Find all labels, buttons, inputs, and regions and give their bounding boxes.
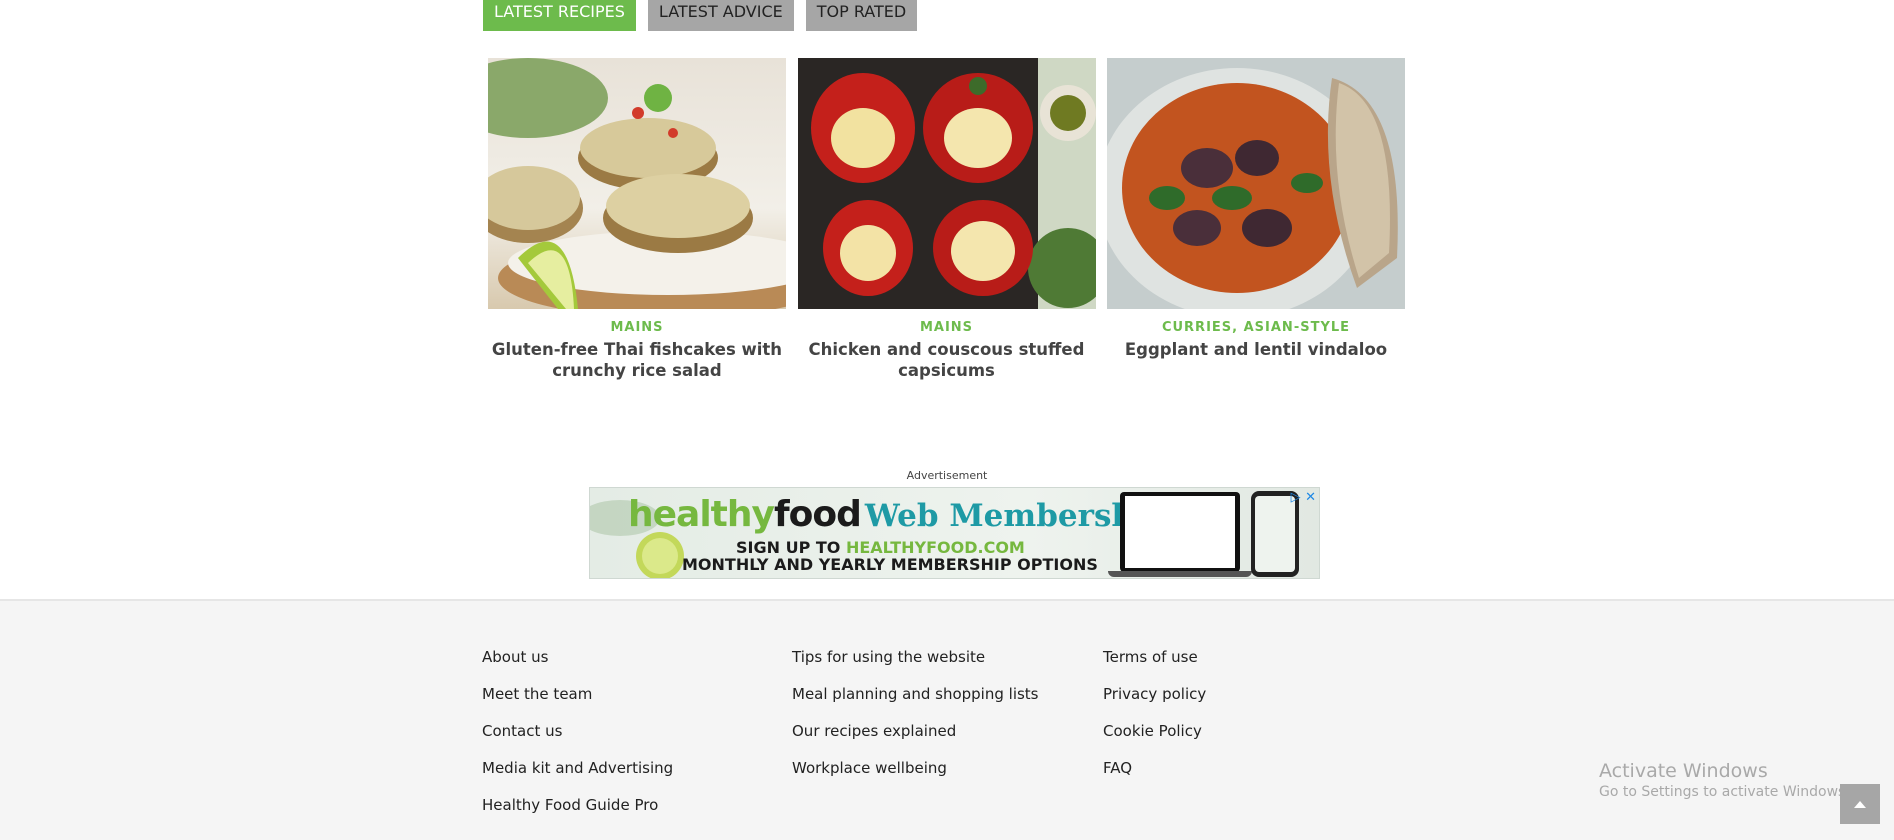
recipe-image-capsicums[interactable]	[797, 58, 1096, 309]
footer-link-privacy[interactable]: Privacy policy	[1103, 686, 1206, 723]
recipe-card[interactable]: CURRIES, ASIAN-STYLE Eggplant and lentil…	[1102, 58, 1410, 381]
footer-link-workplace-wellbeing[interactable]: Workplace wellbeing	[792, 760, 1039, 797]
footer-link-faq[interactable]: FAQ	[1103, 760, 1206, 797]
recipe-category[interactable]: MAINS	[483, 320, 791, 335]
footer-link-hfg-pro[interactable]: Healthy Food Guide Pro	[482, 797, 673, 834]
ad-banner[interactable]: healthyfood Web Membership SIGN UP TO HEA…	[589, 487, 1320, 579]
ad-brand-food: food	[773, 494, 862, 535]
tab-top-rated[interactable]: TOP RATED	[805, 0, 918, 31]
footer-link-terms[interactable]: Terms of use	[1103, 649, 1206, 686]
watermark-subtitle: Go to Settings to activate Windows.	[1599, 784, 1850, 800]
footer-column-help: Tips for using the website Meal planning…	[792, 649, 1039, 797]
tab-latest-advice[interactable]: LATEST ADVICE	[647, 0, 794, 31]
footer-link-tips[interactable]: Tips for using the website	[792, 649, 1039, 686]
page: LATEST RECIPES LATEST ADVICE TOP RATED M…	[0, 0, 1894, 840]
recipe-title[interactable]: Chicken and couscous stuffed capsicums	[793, 339, 1101, 381]
activate-windows-watermark: Activate Windows Go to Settings to activ…	[1599, 760, 1850, 800]
footer-link-media-kit[interactable]: Media kit and Advertising	[482, 760, 673, 797]
footer-link-contact-us[interactable]: Contact us	[482, 723, 673, 760]
ad-line2: MONTHLY AND YEARLY MEMBERSHIP OPTIONS	[682, 555, 1098, 574]
footer-column-about: About us Meet the team Contact us Media …	[482, 649, 673, 834]
advertisement-label: Advertisement	[906, 469, 988, 482]
recipe-tabs: LATEST RECIPES LATEST ADVICE TOP RATED	[483, 0, 918, 31]
chevron-up-icon	[1854, 800, 1866, 808]
footer-link-recipes-explained[interactable]: Our recipes explained	[792, 723, 1039, 760]
recipe-title[interactable]: Eggplant and lentil vindaloo	[1102, 339, 1410, 360]
recipe-card[interactable]: MAINS Gluten-free Thai fishcakes with cr…	[483, 58, 791, 381]
recipe-category[interactable]: CURRIES, ASIAN-STYLE	[1102, 320, 1410, 335]
footer-link-meet-the-team[interactable]: Meet the team	[482, 686, 673, 723]
tab-latest-recipes[interactable]: LATEST RECIPES	[483, 0, 636, 31]
scroll-to-top-button[interactable]	[1840, 784, 1880, 824]
footer-column-legal: Terms of use Privacy policy Cookie Polic…	[1103, 649, 1206, 797]
recipe-image-fishcakes[interactable]	[488, 58, 786, 309]
recipe-image-vindaloo[interactable]	[1107, 58, 1405, 309]
recipe-cards: MAINS Gluten-free Thai fishcakes with cr…	[483, 58, 1410, 381]
recipe-category[interactable]: MAINS	[793, 320, 1101, 335]
recipe-card[interactable]: MAINS Chicken and couscous stuffed capsi…	[793, 58, 1101, 381]
ad-choices-close-icon[interactable]: ▷ ✕	[1291, 490, 1316, 505]
footer-link-about-us[interactable]: About us	[482, 649, 673, 686]
footer: About us Meet the team Contact us Media …	[0, 599, 1894, 840]
watermark-title: Activate Windows	[1599, 760, 1768, 782]
footer-link-meal-planning[interactable]: Meal planning and shopping lists	[792, 686, 1039, 723]
footer-link-cookie-policy[interactable]: Cookie Policy	[1103, 723, 1206, 760]
laptop-base	[1108, 571, 1252, 577]
ad-brand-healthy: healthy	[628, 494, 775, 535]
ad-brand: healthyfood Web Membership	[628, 494, 1167, 535]
laptop-icon	[1120, 492, 1240, 572]
recipe-title[interactable]: Gluten-free Thai fishcakes with crunchy …	[483, 339, 791, 381]
